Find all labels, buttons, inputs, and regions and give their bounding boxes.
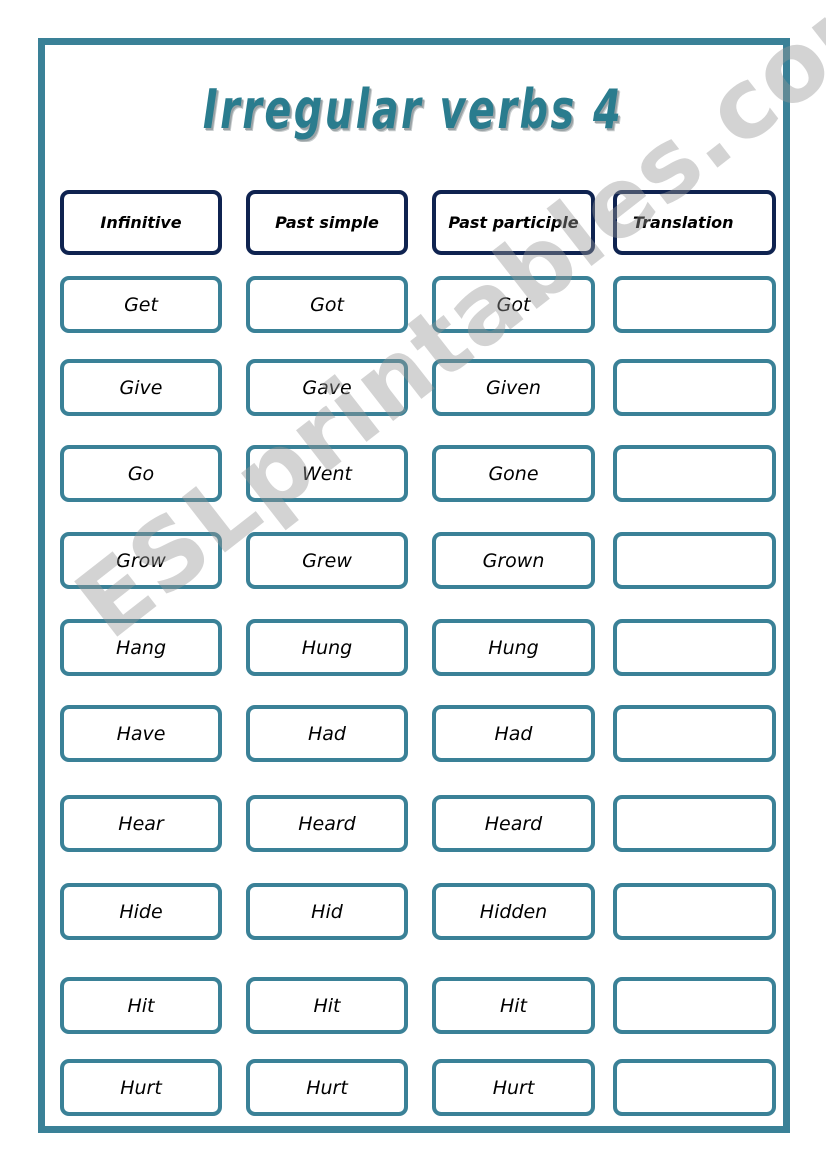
verb-text: Hid <box>311 900 343 923</box>
verb-cell-past-simple: Grew <box>246 532 408 589</box>
verb-text: Gone <box>488 462 539 485</box>
verb-text: Grew <box>302 549 352 572</box>
verb-text: Grown <box>482 549 545 572</box>
verb-cell-past-participle: Got <box>432 276 595 333</box>
verb-text: Hit <box>499 994 527 1017</box>
translation-answer-box[interactable] <box>613 977 776 1034</box>
verb-text: Went <box>302 462 352 485</box>
verb-cell-infinitive: Give <box>60 359 222 416</box>
column-header-past-simple: Past simple <box>246 190 408 255</box>
verb-text: Hit <box>127 994 155 1017</box>
translation-answer-box[interactable] <box>613 795 776 852</box>
verb-cell-past-simple: Hit <box>246 977 408 1034</box>
verb-cell-past-participle: Given <box>432 359 595 416</box>
verb-cell-past-simple: Had <box>246 705 408 762</box>
column-header-translation: Translation <box>613 190 776 255</box>
verb-text: Go <box>127 462 155 485</box>
verb-text: Hear <box>118 812 164 835</box>
verb-cell-past-simple: Hung <box>246 619 408 676</box>
verb-text: Given <box>486 376 541 399</box>
verb-text: Got <box>310 293 344 316</box>
verb-text: Hit <box>313 994 341 1017</box>
translation-answer-box[interactable] <box>613 532 776 589</box>
verb-text: Heard <box>484 812 543 835</box>
verb-cell-past-participle: Grown <box>432 532 595 589</box>
column-header-past-participle: Past participle <box>432 190 595 255</box>
verb-cell-infinitive: Hurt <box>60 1059 222 1116</box>
verb-cell-infinitive: Grow <box>60 532 222 589</box>
verb-text: Hang <box>115 636 167 659</box>
verb-cell-past-participle: Hidden <box>432 883 595 940</box>
translation-answer-box[interactable] <box>613 883 776 940</box>
verb-text: Had <box>494 722 533 745</box>
verb-cell-infinitive: Have <box>60 705 222 762</box>
translation-answer-box[interactable] <box>613 276 776 333</box>
worksheet-title: Irregular verbs 4 <box>202 78 624 141</box>
verb-cell-past-simple: Hid <box>246 883 408 940</box>
verb-cell-past-simple: Heard <box>246 795 408 852</box>
verb-cell-past-participle: Gone <box>432 445 595 502</box>
verb-cell-infinitive: Get <box>60 276 222 333</box>
verb-cell-past-participle: Hurt <box>432 1059 595 1116</box>
verb-cell-past-simple: Gave <box>246 359 408 416</box>
translation-answer-box[interactable] <box>613 445 776 502</box>
verb-text: Got <box>496 293 531 316</box>
verb-cell-past-participle: Had <box>432 705 595 762</box>
verb-cell-infinitive: Hear <box>60 795 222 852</box>
verb-text: Get <box>124 293 158 316</box>
verb-text: Heard <box>298 812 356 835</box>
column-header-infinitive: Infinitive <box>60 190 222 255</box>
verb-cell-infinitive: Go <box>60 445 222 502</box>
translation-answer-box[interactable] <box>613 359 776 416</box>
verb-text: Hurt <box>492 1076 535 1099</box>
verb-cell-past-participle: Heard <box>432 795 595 852</box>
verb-cell-past-simple: Went <box>246 445 408 502</box>
verb-text: Hung <box>301 636 353 659</box>
verb-text: Hide <box>119 900 163 923</box>
verb-cell-past-simple: Hurt <box>246 1059 408 1116</box>
verb-text: Give <box>119 376 163 399</box>
translation-answer-box[interactable] <box>613 705 776 762</box>
verb-cell-infinitive: Hit <box>60 977 222 1034</box>
verb-text: Gave <box>302 376 352 399</box>
verb-cell-infinitive: Hang <box>60 619 222 676</box>
verb-cell-past-participle: Hung <box>432 619 595 676</box>
verb-cell-past-participle: Hit <box>432 977 595 1034</box>
verb-text: Hurt <box>306 1076 348 1099</box>
translation-answer-box[interactable] <box>613 619 776 676</box>
verb-cell-past-simple: Got <box>246 276 408 333</box>
verb-text: Grow <box>116 549 166 572</box>
verb-text: Hung <box>488 636 539 659</box>
verb-cell-infinitive: Hide <box>60 883 222 940</box>
translation-answer-box[interactable] <box>613 1059 776 1116</box>
verb-text: Hurt <box>120 1076 162 1099</box>
verb-text: Have <box>116 722 166 745</box>
verb-text: Had <box>308 722 346 745</box>
verb-text: Hidden <box>479 900 548 923</box>
